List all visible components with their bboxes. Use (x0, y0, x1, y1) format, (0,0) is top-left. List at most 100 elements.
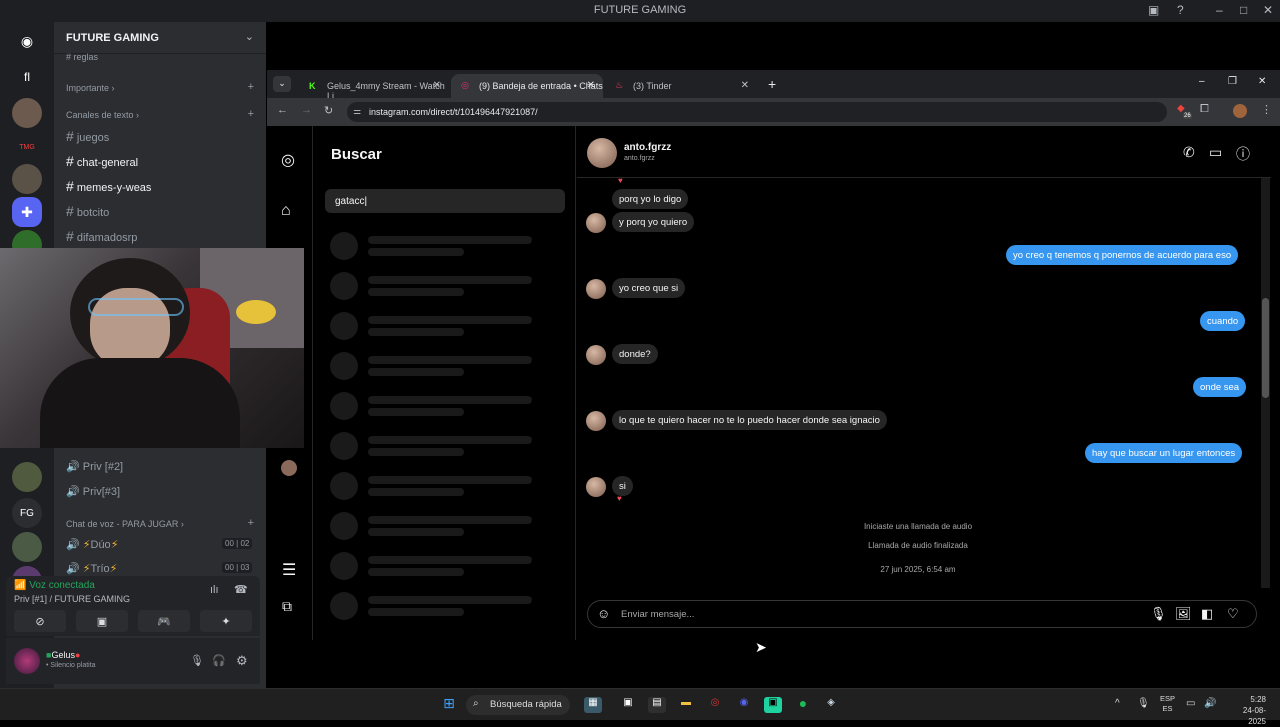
channel-botcito[interactable]: # botcito (66, 203, 109, 219)
message-bubble[interactable]: y porq yo quiero (612, 212, 695, 232)
disconnect-icon[interactable]: ☎ (234, 583, 248, 596)
maximize-icon[interactable]: □ (1240, 3, 1247, 17)
tab-tinder[interactable]: ♨ (3) Tinder ✕ (605, 74, 757, 98)
address-bar[interactable]: ⚌ instagram.com/direct/t/101496447921087… (347, 102, 1167, 122)
server-header[interactable]: FUTURE GAMING ⌄ (54, 22, 266, 54)
message-bubble[interactable]: si (612, 476, 633, 496)
message-bubble[interactable]: porq yo lo digo (612, 189, 689, 209)
app-icon[interactable]: ▣ (764, 697, 782, 713)
reload-icon[interactable]: ↻ (324, 104, 333, 117)
message-bubble-sent[interactable]: yo creo q tenemos q ponernos de acuerdo … (1006, 245, 1239, 265)
app-icon[interactable]: ◎ (706, 697, 724, 713)
help-icon[interactable]: ? (1177, 3, 1184, 17)
sticker-icon[interactable]: ◧ (1201, 606, 1213, 622)
forward-icon[interactable]: → (301, 104, 312, 116)
message-bubble-sent[interactable]: onde sea (1193, 377, 1247, 397)
message-composer[interactable]: ☺ Enviar mensaje... 🎙 🖼 ◧ ♡ (587, 600, 1257, 628)
file-explorer-icon[interactable]: ▬ (677, 697, 695, 713)
store-icon[interactable]: ▤ (648, 697, 666, 713)
voice-channel-priv-2[interactable]: 🔊 Priv [#2] (66, 460, 123, 473)
close-window-icon[interactable]: ✕ (1258, 76, 1266, 87)
inbox-icon[interactable]: ▣ (1148, 3, 1159, 17)
category-text[interactable]: Canales de texto › (66, 110, 139, 120)
category-importante[interactable]: Importante › (66, 83, 115, 93)
server-avatar[interactable] (12, 164, 42, 194)
tab-search-icon[interactable]: ⌄ (273, 76, 291, 92)
settings-gear-icon[interactable]: ⚙ (236, 653, 248, 669)
menu-icon[interactable]: ☰ (282, 560, 296, 580)
channel-memes-y-weas[interactable]: # memes-y-weas (66, 178, 151, 194)
message-bubble[interactable]: lo que te quiero hacer no te lo puedo ha… (612, 410, 887, 430)
channel-juegos[interactable]: # juegos (66, 128, 109, 144)
info-icon[interactable]: ⓘ (1236, 144, 1250, 164)
voice-location[interactable]: Priv [#1] / FUTURE GAMING (14, 594, 130, 604)
chevron-up-icon[interactable]: ^ (1115, 698, 1120, 709)
clock[interactable]: 5:28 24-08-2025 (1226, 694, 1266, 727)
message-bubble-sent[interactable]: cuando (1200, 311, 1246, 331)
profile-avatar[interactable] (281, 460, 297, 476)
voice-channel-trio[interactable]: 🔊 ⚡Trío⚡ (66, 562, 117, 575)
volume-icon[interactable]: 🔊 (1204, 698, 1216, 709)
channel-chat-general[interactable]: # chat-general (66, 153, 138, 169)
server-icon-fg[interactable]: FG (12, 498, 42, 528)
profile-avatar[interactable] (1233, 104, 1247, 118)
camera-off-button[interactable]: ⊘ (14, 610, 66, 632)
contact-name[interactable]: anto.fgrzz (624, 142, 671, 153)
voice-channel-duo[interactable]: 🔊 ⚡Dúo⚡ (66, 538, 118, 551)
video-call-icon[interactable]: ▭ (1209, 144, 1222, 161)
user-name[interactable]: ■Gelus● (46, 650, 80, 660)
chevron-down-icon[interactable]: ⌄ (245, 30, 254, 43)
discord-icon[interactable]: ◉ (735, 697, 753, 713)
microphone-icon[interactable]: 🎙 (190, 654, 204, 667)
add-channel-icon[interactable]: + (248, 81, 254, 93)
contact-avatar[interactable] (587, 138, 617, 168)
server-avatar[interactable] (12, 98, 42, 128)
search-input[interactable]: gatacc| (325, 189, 565, 213)
add-channel-icon[interactable]: + (248, 108, 254, 120)
threads-icon[interactable]: ⧉ (282, 598, 292, 615)
message-bubble[interactable]: yo creo que si (612, 278, 686, 298)
category-voice[interactable]: Chat de voz - PARA JUGAR › (66, 519, 184, 529)
site-info-icon[interactable]: ⚌ (353, 106, 361, 117)
instagram-logo-icon[interactable]: ◎ (281, 150, 295, 170)
minimize-icon[interactable]: – (1199, 76, 1205, 87)
microphone-icon[interactable]: 🎙 (1137, 698, 1150, 709)
soundboard-button[interactable]: ✦ (200, 610, 252, 632)
back-icon[interactable]: ← (277, 104, 288, 116)
message-bubble[interactable]: donde? (612, 344, 658, 364)
message-input[interactable]: Enviar mensaje... (621, 609, 694, 620)
avatar[interactable] (14, 648, 40, 674)
image-upload-icon[interactable]: 🖼 (1175, 606, 1192, 622)
channel-difamadosrp[interactable]: # difamadosrp (66, 228, 137, 244)
home-icon[interactable]: ⌂ (281, 202, 291, 220)
server-avatar[interactable] (12, 532, 42, 562)
network-icon[interactable]: ▭ (1186, 698, 1195, 709)
taskbar-search[interactable]: ⌕ Búsqueda rápida (466, 695, 570, 715)
channel-reglas[interactable]: # reglas (66, 52, 98, 62)
discord-home-icon[interactable]: ◉ (12, 26, 42, 56)
spotify-icon[interactable]: ● (794, 695, 812, 711)
close-tab-icon[interactable]: ✕ (741, 80, 749, 91)
steam-icon[interactable]: ◈ (822, 697, 840, 713)
phone-call-icon[interactable]: ✆ (1183, 144, 1195, 161)
new-tab-icon[interactable]: + (768, 76, 776, 92)
server-icon-f[interactable]: fl (12, 62, 42, 92)
emoji-icon[interactable]: ☺ (597, 606, 610, 621)
headphones-icon[interactable]: 🎧 (212, 654, 226, 667)
microphone-icon[interactable]: 🎙 (1150, 606, 1167, 622)
start-windows-icon[interactable]: ⊞ (440, 695, 458, 711)
message-bubble-sent[interactable]: hay que buscar un lugar entonces (1085, 443, 1243, 463)
tab-gelus-stream[interactable]: K Gelus_4mmy Stream - Watch Li ✕ (299, 74, 449, 101)
close-tab-icon[interactable]: ✕ (587, 80, 595, 91)
task-view-icon[interactable]: ▣ (619, 697, 637, 713)
add-channel-icon[interactable]: + (248, 517, 254, 529)
scrollbar-thumb[interactable] (1262, 298, 1269, 398)
server-icon-tmg[interactable]: TMG (12, 132, 42, 162)
more-menu-icon[interactable]: ⋮ (1261, 103, 1272, 116)
tab-instagram-inbox[interactable]: ◎ (9) Bandeja de entrada • Chats ✕ (451, 74, 603, 98)
activity-button[interactable]: 🎮 (138, 610, 190, 632)
noise-suppression-icon[interactable]: ılı (210, 584, 219, 596)
server-avatar[interactable] (12, 462, 42, 492)
minimize-icon[interactable]: – (1216, 3, 1223, 17)
close-tab-icon[interactable]: ✕ (433, 80, 441, 91)
